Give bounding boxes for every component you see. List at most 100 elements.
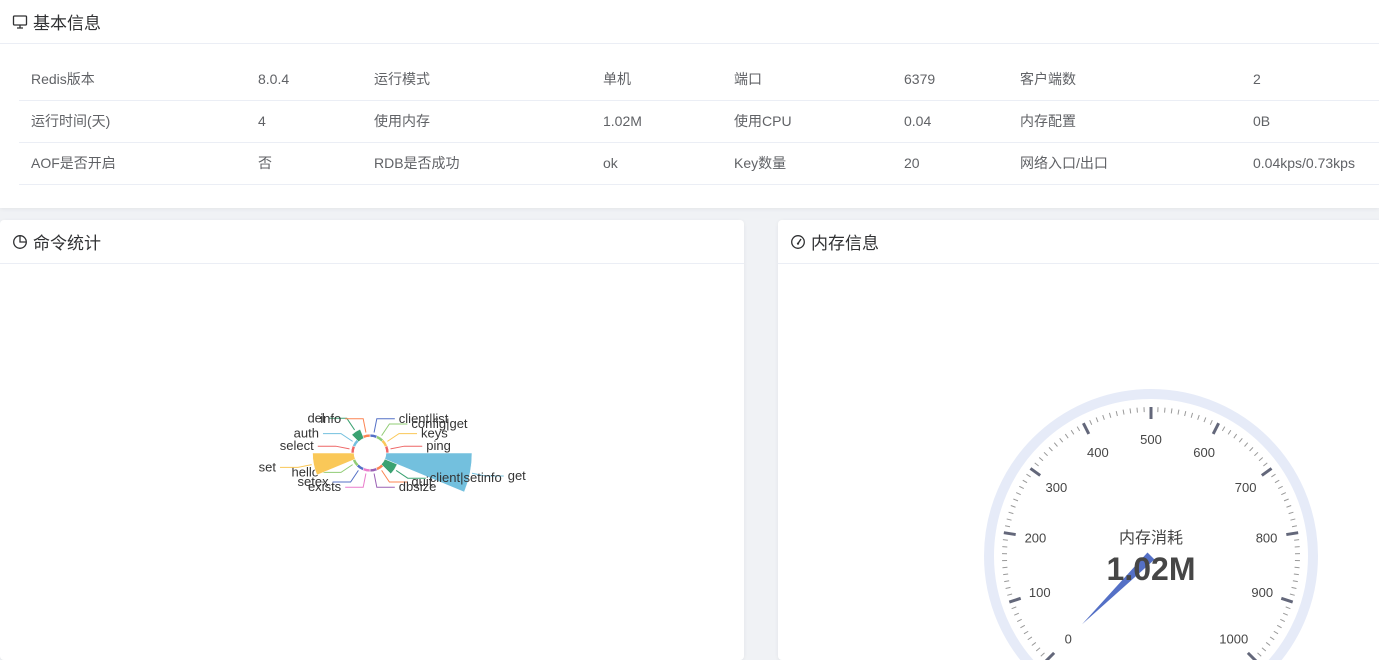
gauge-tick-label: 500 (1140, 432, 1162, 447)
pie-chart-icon (12, 234, 28, 250)
gauge-tick (1071, 430, 1074, 434)
gauge-tick (1280, 619, 1284, 621)
gauge-tick (1178, 410, 1179, 415)
gauge-tick-label: 1000 (1219, 632, 1248, 647)
pie-label-line (318, 446, 350, 449)
gauge-tick (1286, 607, 1291, 609)
info-row: AOF是否开启否RDB是否成功okKey数量20网络入口/出口0.04kps/0… (19, 142, 1379, 184)
gauge-tick (1039, 457, 1043, 460)
gauge-tick (1271, 474, 1275, 477)
pie-slice-quit[interactable] (376, 464, 383, 470)
gauge-split-line (1004, 533, 1016, 535)
gauge-tick (1277, 625, 1281, 627)
gauge-tick (1014, 613, 1019, 615)
pie-label-line (387, 434, 417, 442)
info-row: Redis版本8.0.4运行模式单机端口6379客户端数2 (19, 58, 1379, 100)
gauge-tick (1281, 493, 1286, 495)
gauge-split-line (1286, 533, 1298, 535)
gauge-tick (1003, 574, 1008, 575)
pie-slice-dbsize[interactable] (370, 468, 377, 472)
gauge-tick (1290, 594, 1295, 595)
info-label: 使用内存 (362, 100, 591, 142)
gauge-tick (1262, 648, 1266, 651)
gauge-tick (1005, 526, 1010, 527)
gauge-tick (1032, 642, 1036, 645)
gauge-tick (1020, 625, 1024, 627)
basic-info-title: 基本信息 (33, 9, 101, 34)
gauge-tick (1210, 420, 1212, 425)
monitor-icon (12, 14, 28, 30)
gauge-tick-label: 900 (1251, 585, 1273, 600)
info-value: 0.04kps/0.73kps (1241, 142, 1379, 184)
pie-slice-keys[interactable] (381, 440, 387, 447)
info-label: 运行模式 (362, 58, 591, 100)
gauge-tick (1004, 581, 1009, 582)
info-label: AOF是否开启 (19, 142, 246, 184)
gauge-split-line (1281, 598, 1292, 602)
gauge-split-line (1248, 653, 1256, 660)
gauge-tick (1283, 613, 1288, 615)
gauge-tick (1016, 493, 1021, 495)
gauge-tick (1003, 540, 1008, 541)
gauge-tick (1060, 438, 1063, 442)
gauge-tick (1012, 607, 1017, 609)
gauge-title: 内存消耗 (1119, 529, 1183, 547)
memory-info-header: 内存信息 (778, 220, 1379, 264)
gauge-split-line (1083, 423, 1088, 434)
gauge-tick (1013, 499, 1018, 501)
gauge-split-line (1213, 423, 1218, 434)
gauge-tick-label: 800 (1256, 531, 1278, 546)
info-value: 2 (1241, 58, 1379, 100)
basic-info-card: 基本信息 Redis版本8.0.4运行模式单机端口6379客户端数2运行时间(天… (0, 0, 1379, 208)
pie-label-line (345, 474, 366, 488)
pie-slice-ping[interactable] (385, 446, 389, 453)
gauge-tick (1023, 480, 1027, 483)
gauge-tick (1109, 413, 1110, 418)
gauge-tick (1278, 486, 1282, 488)
gauge-tick (1171, 408, 1172, 413)
pie-slice-info[interactable] (363, 434, 370, 438)
info-label: 运行时间(天) (19, 100, 246, 142)
info-label: 端口 (722, 58, 892, 100)
gauge-tick (1228, 430, 1231, 434)
pie-label: client|setinfo (430, 470, 502, 485)
gauge-icon (790, 234, 806, 250)
info-label: 网络入口/出口 (1008, 142, 1241, 184)
pie-slice-hello[interactable] (353, 459, 359, 466)
info-value: 6379 (892, 58, 1008, 100)
pie-label: get (508, 468, 526, 483)
gauge-tick (1035, 463, 1039, 466)
basic-info-header: 基本信息 (0, 0, 1379, 44)
gauge-tick (1239, 438, 1242, 442)
pie-slice-del[interactable] (352, 429, 364, 441)
memory-gauge-chart: 01002003004005006007008009001000内存消耗1.02… (778, 264, 1379, 660)
command-stats-pie-chart: client|listconfig|getkeyspinggetclient|s… (0, 264, 744, 660)
gauge-tick (1096, 417, 1098, 422)
command-stats-title: 命令统计 (33, 229, 101, 254)
gauge-tick (1222, 427, 1224, 431)
info-label: Redis版本 (19, 58, 246, 100)
gauge-tick (1258, 653, 1262, 656)
info-value: 0B (1241, 100, 1379, 142)
command-stats-header: 命令统计 (0, 220, 744, 264)
gauge-tick (1024, 631, 1028, 634)
gauge-tick (1270, 637, 1274, 640)
basic-info-table: Redis版本8.0.4运行模式单机端口6379客户端数2运行时间(天)4使用内… (19, 58, 1379, 185)
gauge-tick-label: 200 (1025, 531, 1047, 546)
pie-label: set (259, 459, 277, 474)
gauge-tick (1026, 474, 1030, 477)
gauge-tick-label: 600 (1193, 445, 1215, 460)
gauge-split-line (1046, 653, 1054, 660)
gauge-split-line (1030, 468, 1040, 475)
command-stats-card: 命令统计 client|listconfig|getkeyspinggetcli… (0, 220, 744, 660)
gauge-tick (1103, 415, 1105, 420)
gauge-tick (1274, 631, 1278, 634)
pie-slice-set[interactable] (313, 453, 356, 475)
gauge-tick (1036, 648, 1040, 651)
gauge-tick (1259, 457, 1263, 460)
gauge-tick (1009, 512, 1014, 513)
gauge-tick (1191, 413, 1192, 418)
gauge-tick (1290, 519, 1295, 520)
pie-label-line (391, 446, 423, 449)
info-value: 20 (892, 142, 1008, 184)
